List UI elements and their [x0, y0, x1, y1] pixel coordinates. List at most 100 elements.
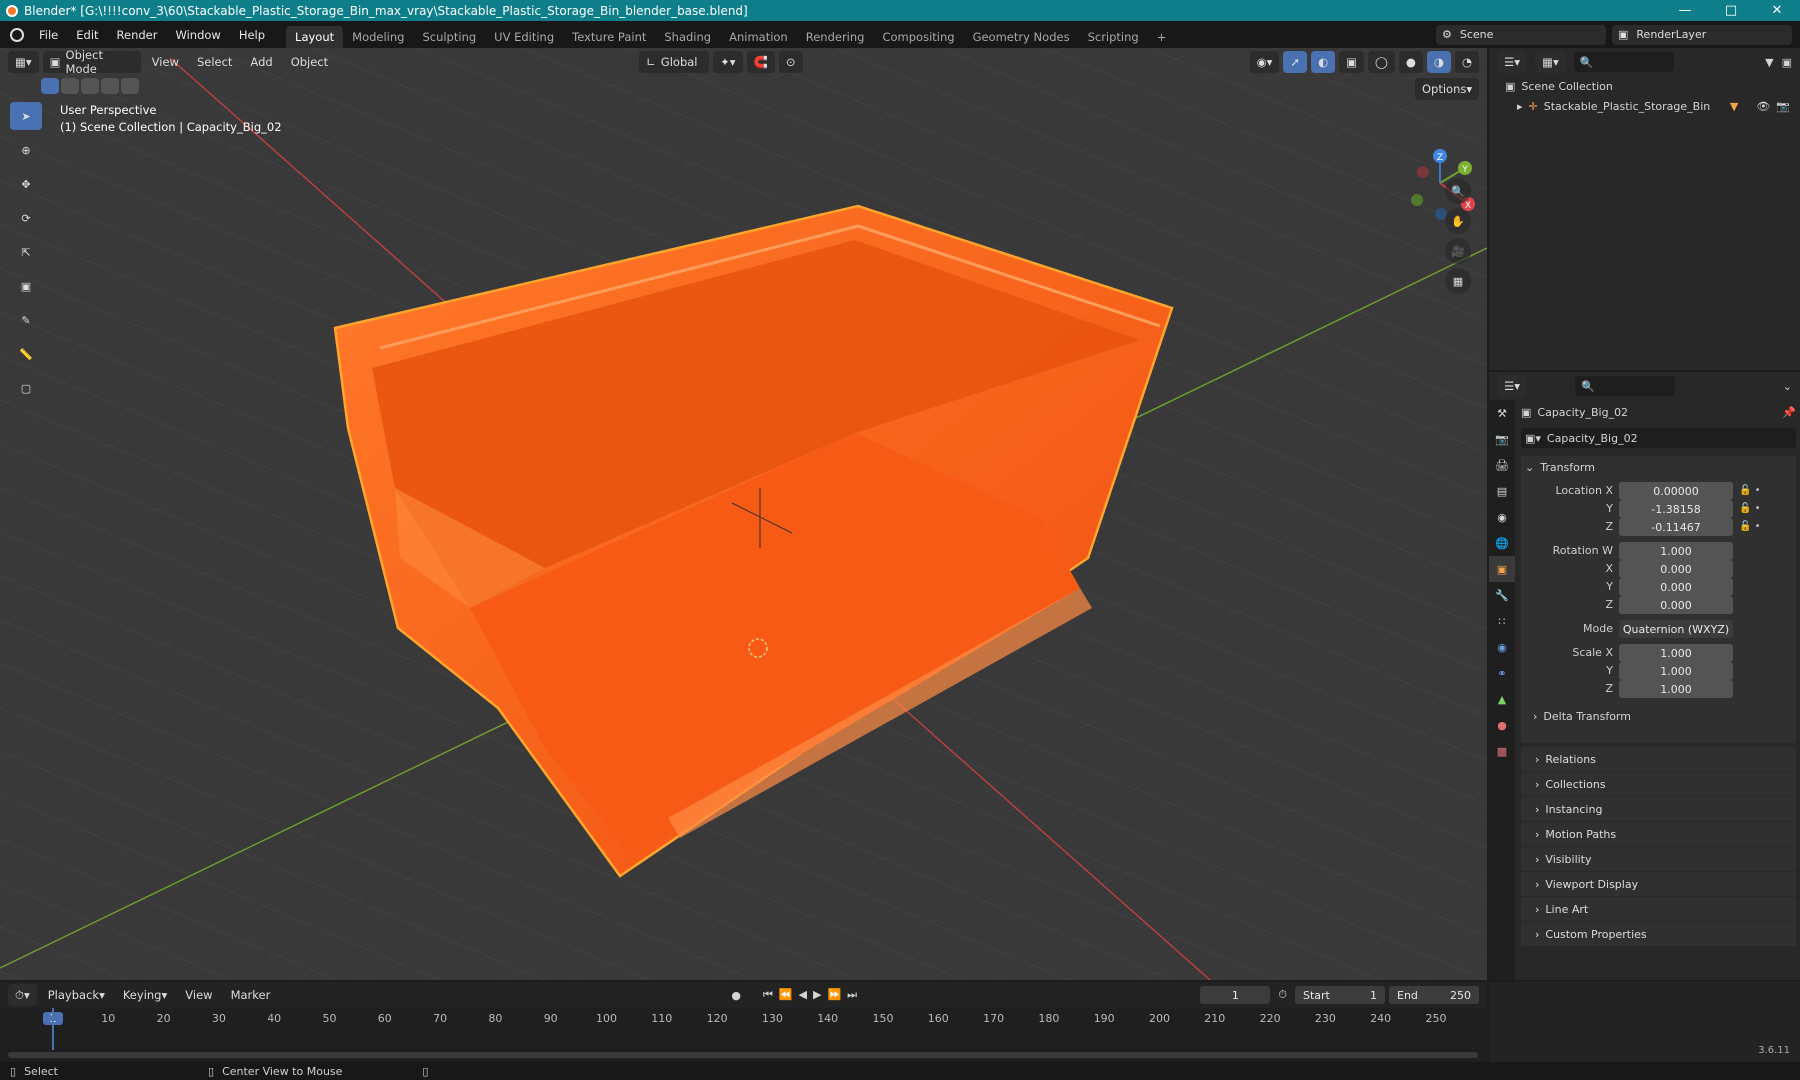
- select-box-icon[interactable]: ➤: [10, 102, 42, 130]
- minimize-icon[interactable]: —: [1662, 3, 1708, 18]
- zoom-icon[interactable]: 🔍: [1445, 178, 1471, 204]
- lock-icon[interactable]: 🔓 •: [1739, 518, 1779, 536]
- options-dropdown[interactable]: Options ▾: [1415, 78, 1480, 100]
- data-tab-icon[interactable]: ▲: [1489, 686, 1515, 712]
- gizmo-toggle[interactable]: ➚: [1283, 51, 1308, 73]
- panel-instancing[interactable]: › Instancing: [1521, 797, 1796, 821]
- rotation-z-field[interactable]: 0.000: [1619, 596, 1733, 614]
- proportional-edit-toggle[interactable]: ⊙: [778, 51, 803, 73]
- location-x-field[interactable]: 0.00000: [1619, 482, 1733, 500]
- solid-shading[interactable]: ●: [1398, 51, 1423, 73]
- menu-playback[interactable]: Playback ▾: [41, 984, 112, 1006]
- tab-scripting[interactable]: Scripting: [1079, 26, 1148, 48]
- snap-toggle[interactable]: 🧲: [746, 51, 775, 73]
- timeline-track[interactable]: 1102030405060708090100110120130140150160…: [0, 1008, 1487, 1062]
- ortho-grid-icon[interactable]: ▦: [1445, 268, 1471, 294]
- tab-modeling[interactable]: Modeling: [343, 26, 413, 48]
- playhead[interactable]: [52, 1008, 54, 1050]
- panel-motion-paths[interactable]: › Motion Paths: [1521, 822, 1796, 846]
- panel-visibility[interactable]: › Visibility: [1521, 847, 1796, 871]
- move-icon[interactable]: ✥: [10, 170, 42, 198]
- start-frame-field[interactable]: Start 1: [1295, 986, 1385, 1004]
- menu-marker[interactable]: Marker: [224, 984, 278, 1006]
- scale-x-field[interactable]: 1.000: [1619, 644, 1733, 662]
- menu-add[interactable]: Add: [243, 51, 279, 73]
- output-tab-icon[interactable]: 🖨: [1489, 452, 1515, 478]
- menu-render[interactable]: Render: [108, 28, 167, 42]
- orientation-dropdown[interactable]: ∟ Global: [639, 51, 710, 73]
- particles-tab-icon[interactable]: ∷: [1489, 608, 1515, 634]
- add-cube-icon[interactable]: ▢: [10, 374, 42, 402]
- menu-help[interactable]: Help: [230, 28, 274, 42]
- panel-collections[interactable]: › Collections: [1521, 772, 1796, 796]
- properties-editor-type[interactable]: ☰▾: [1497, 375, 1528, 397]
- menu-select[interactable]: Select: [190, 51, 239, 73]
- outliner-search-input[interactable]: 🔍: [1573, 52, 1674, 72]
- playback-controls[interactable]: ⏮⏪◀▶⏩⏭: [763, 988, 863, 1002]
- lock-icon[interactable]: 🔓 •: [1739, 500, 1779, 518]
- render-tab-icon[interactable]: 📷: [1489, 426, 1515, 452]
- visibility-dropdown[interactable]: ◉▾: [1249, 51, 1280, 73]
- scene-collection-row[interactable]: ▣ Scene Collection: [1489, 76, 1800, 96]
- rotate-icon[interactable]: ⟳: [10, 204, 42, 232]
- tab-layout[interactable]: Layout: [286, 26, 344, 48]
- outliner-item[interactable]: ▸ ✛ Stackable_Plastic_Storage_Bin ▼ 👁 📷: [1489, 96, 1800, 116]
- view-layer-tab-icon[interactable]: ▤: [1489, 478, 1515, 504]
- annotate-icon[interactable]: ✎: [10, 306, 42, 334]
- rotation-mode-dropdown[interactable]: Quaternion (WXYZ): [1619, 620, 1733, 638]
- constraints-tab-icon[interactable]: ⚭: [1489, 660, 1515, 686]
- select-new-icon[interactable]: [41, 78, 59, 94]
- tab-texture-paint[interactable]: Texture Paint: [563, 26, 655, 48]
- texture-tab-icon[interactable]: ▩: [1489, 738, 1515, 764]
- blender-menu-icon[interactable]: [10, 27, 24, 42]
- tab-sculpting[interactable]: Sculpting: [413, 26, 485, 48]
- overlay-toggle[interactable]: ◐: [1311, 51, 1336, 73]
- location-z-field[interactable]: -0.11467: [1619, 518, 1733, 536]
- end-frame-field[interactable]: End 250: [1389, 986, 1479, 1004]
- select-intersect-icon[interactable]: [121, 78, 139, 94]
- physics-tab-icon[interactable]: ◉: [1489, 634, 1515, 660]
- eye-icon[interactable]: 👁: [1756, 100, 1770, 113]
- render-layer-selector[interactable]: ▣ RenderLayer: [1612, 24, 1792, 45]
- timeline-editor-type[interactable]: ⏱▾: [8, 984, 37, 1006]
- scale-z-field[interactable]: 1.000: [1619, 680, 1733, 698]
- panel-viewport-display[interactable]: › Viewport Display: [1521, 872, 1796, 896]
- xray-toggle[interactable]: ▣: [1339, 51, 1364, 73]
- tab-uv-editing[interactable]: UV Editing: [485, 26, 563, 48]
- expand-arrow-icon[interactable]: ▸: [1517, 100, 1523, 113]
- pan-hand-icon[interactable]: ✋: [1445, 208, 1471, 234]
- 3d-viewport[interactable]: X Y Z ▦▾ ▣ Object Mode View Select Add O…: [0, 48, 1487, 980]
- object-mode-dropdown[interactable]: ▣ Object Mode: [42, 48, 141, 76]
- camera-icon[interactable]: 🎥: [1445, 238, 1471, 264]
- material-tab-icon[interactable]: ●: [1489, 712, 1515, 738]
- transform-panel-header[interactable]: ⌄ Transform: [1521, 456, 1796, 478]
- tab-animation[interactable]: Animation: [720, 26, 797, 48]
- tab-rendering[interactable]: Rendering: [797, 26, 874, 48]
- panel-custom-properties[interactable]: › Custom Properties: [1521, 922, 1796, 946]
- select-subtract-icon[interactable]: [81, 78, 99, 94]
- menu-view[interactable]: View: [178, 984, 219, 1006]
- timeline-scrollbar[interactable]: [8, 1052, 1478, 1058]
- menu-edit[interactable]: Edit: [67, 28, 107, 42]
- select-extend-icon[interactable]: [61, 78, 79, 94]
- tab-geometry-nodes[interactable]: Geometry Nodes: [964, 26, 1079, 48]
- world-tab-icon[interactable]: 🌐: [1489, 530, 1515, 556]
- current-frame-field[interactable]: 1: [1200, 986, 1271, 1004]
- pivot-dropdown[interactable]: ✦▾: [713, 51, 743, 73]
- menu-keying[interactable]: Keying ▾: [116, 984, 174, 1006]
- tab-shading[interactable]: Shading: [655, 26, 720, 48]
- render-camera-icon[interactable]: 📷: [1776, 100, 1790, 113]
- rotation-x-field[interactable]: 0.000: [1619, 560, 1733, 578]
- properties-search-input[interactable]: 🔍: [1575, 376, 1676, 396]
- filter-icon[interactable]: ▼: [1765, 56, 1773, 69]
- close-icon[interactable]: ✕: [1754, 3, 1800, 18]
- scene-tab-icon[interactable]: ◉: [1489, 504, 1515, 530]
- add-workspace-icon[interactable]: +: [1148, 26, 1176, 48]
- panel-line-art[interactable]: › Line Art: [1521, 897, 1796, 921]
- object-tab-icon[interactable]: ▣: [1489, 556, 1515, 582]
- rotation-w-field[interactable]: 1.000: [1619, 542, 1733, 560]
- display-mode-dropdown[interactable]: ▦▾: [1535, 51, 1566, 73]
- new-collection-icon[interactable]: ▣: [1782, 56, 1792, 69]
- tab-compositing[interactable]: Compositing: [873, 26, 963, 48]
- chevron-down-icon[interactable]: ⌄: [1783, 380, 1792, 393]
